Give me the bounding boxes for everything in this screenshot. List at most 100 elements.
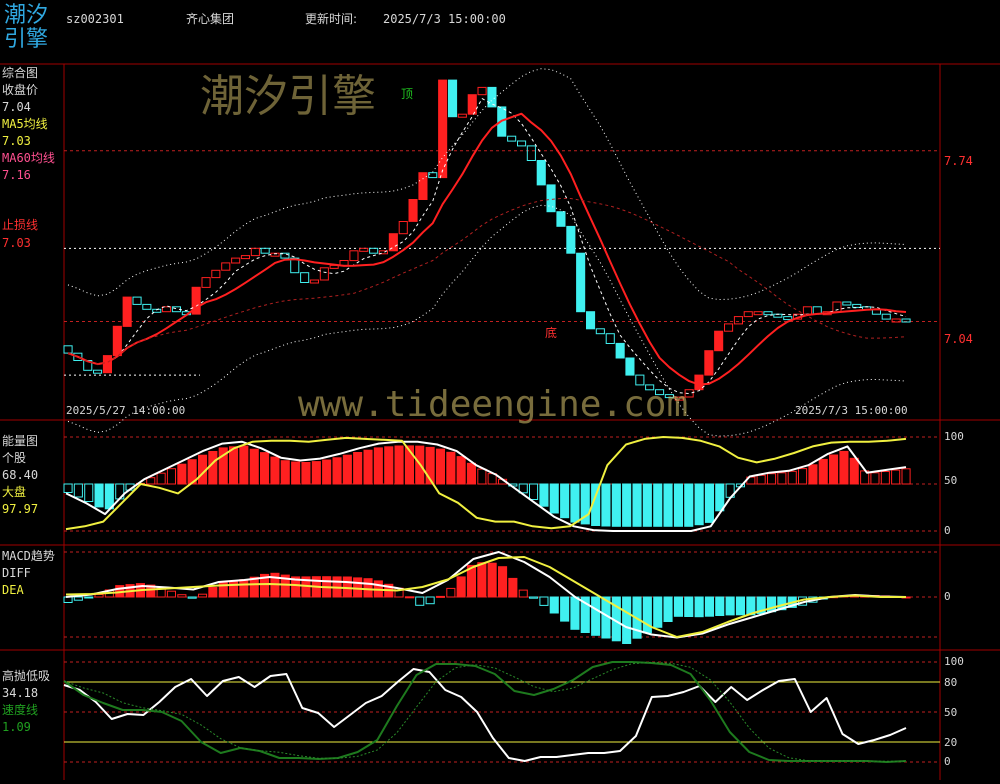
- macd-bar: [663, 596, 673, 622]
- energy-bar: [384, 446, 394, 485]
- stock-code: sz002301: [66, 12, 124, 26]
- energy-bar: [653, 483, 663, 527]
- top-marker: 顶: [401, 87, 414, 101]
- energy-bar: [435, 448, 445, 485]
- energy-bar: [622, 483, 632, 527]
- macd-bar: [653, 596, 663, 628]
- energy-bar: [539, 483, 549, 507]
- candle: [763, 311, 773, 316]
- energy-bar: [684, 483, 694, 527]
- macd-bar: [84, 596, 94, 599]
- candle: [891, 318, 901, 323]
- gaopao-tick-0: 0: [944, 755, 951, 768]
- candle: [546, 184, 556, 213]
- energy-bar: [829, 454, 839, 485]
- candle: [566, 225, 576, 254]
- candle: [300, 272, 310, 284]
- candle: [526, 145, 536, 161]
- macd-bar: [725, 596, 735, 616]
- candle: [477, 86, 487, 96]
- macd-bar: [704, 596, 715, 617]
- candle: [93, 369, 103, 374]
- gaopao-title: 高抛低吸: [2, 669, 51, 683]
- energy-bar: [777, 472, 787, 485]
- macd-bar: [591, 596, 601, 636]
- ma5-line: [67, 98, 907, 395]
- candle: [457, 113, 467, 118]
- candle: [260, 247, 270, 254]
- gaopao-tick-80: 80: [944, 676, 958, 689]
- energy-bar: [373, 447, 383, 485]
- energy-bar: [818, 458, 828, 485]
- energy-bar: [756, 474, 766, 485]
- macd-bar: [518, 589, 528, 598]
- energy-market-label: 大盘: [2, 485, 27, 499]
- energy-bar: [694, 483, 704, 526]
- ma60-value: 7.16: [2, 168, 31, 182]
- energy-market-value: 97.97: [2, 502, 39, 516]
- macd-bar: [560, 596, 570, 622]
- macd-bar: [363, 578, 373, 598]
- macd-bar: [208, 587, 218, 598]
- macd-bar: [673, 596, 684, 617]
- energy-stock-line: [65, 440, 907, 532]
- candle: [448, 79, 458, 118]
- macd-bar: [477, 562, 487, 598]
- energy-bar: [94, 483, 104, 508]
- energy-bar: [73, 483, 83, 498]
- energy-bar: [446, 451, 456, 485]
- energy-bar: [456, 456, 466, 485]
- energy-tick-100: 100: [944, 430, 964, 443]
- energy-bar: [280, 460, 290, 485]
- candle: [309, 279, 319, 284]
- candle: [842, 301, 852, 306]
- energy-bar: [363, 449, 373, 485]
- brand-watermark: 潮汐引擎: [200, 71, 376, 122]
- trend-line: [67, 112, 907, 386]
- gaopao-tick-20: 20: [944, 736, 958, 749]
- candle: [852, 303, 862, 308]
- macd-bar: [498, 566, 508, 598]
- ma60-label: MA60均线: [2, 151, 55, 165]
- energy-bar: [208, 451, 218, 485]
- macd-bar: [487, 562, 497, 598]
- price-tick-low: 7.04: [944, 332, 973, 346]
- candle: [211, 269, 221, 279]
- macd-bar: [435, 595, 445, 598]
- candle: [142, 303, 152, 310]
- candle: [438, 79, 448, 179]
- gaopao-speed-value: 1.09: [2, 720, 31, 734]
- candle: [112, 325, 122, 357]
- candle: [487, 86, 497, 108]
- energy-bar: [260, 452, 270, 485]
- energy-bar: [166, 468, 176, 485]
- candle: [576, 252, 586, 313]
- candle: [802, 306, 813, 315]
- macd-bar: [73, 596, 83, 601]
- candle: [132, 296, 142, 305]
- candle: [467, 94, 477, 115]
- energy-bar: [798, 468, 808, 485]
- macd-bar: [404, 596, 414, 599]
- energy-bar: [342, 454, 352, 485]
- candle: [369, 247, 379, 254]
- candle: [724, 323, 734, 332]
- candle: [507, 135, 517, 142]
- energy-bar: [611, 483, 621, 527]
- energy-bar: [394, 445, 404, 485]
- energy-bar: [839, 450, 849, 485]
- macd-bar: [415, 596, 425, 606]
- candle: [743, 311, 753, 318]
- energy-bar: [570, 483, 580, 523]
- candle: [359, 247, 369, 252]
- macd-bar: [508, 577, 518, 598]
- macd-bar: [622, 596, 632, 644]
- gaopao-tick-100: 100: [944, 655, 964, 668]
- energy-bar: [104, 483, 114, 510]
- candle: [231, 257, 241, 264]
- close-value: 7.04: [2, 100, 31, 114]
- date-end: 2025/7/3 15:00:00: [795, 404, 908, 417]
- energy-bar: [673, 483, 684, 527]
- candle: [625, 357, 635, 376]
- energy-bar: [177, 463, 187, 485]
